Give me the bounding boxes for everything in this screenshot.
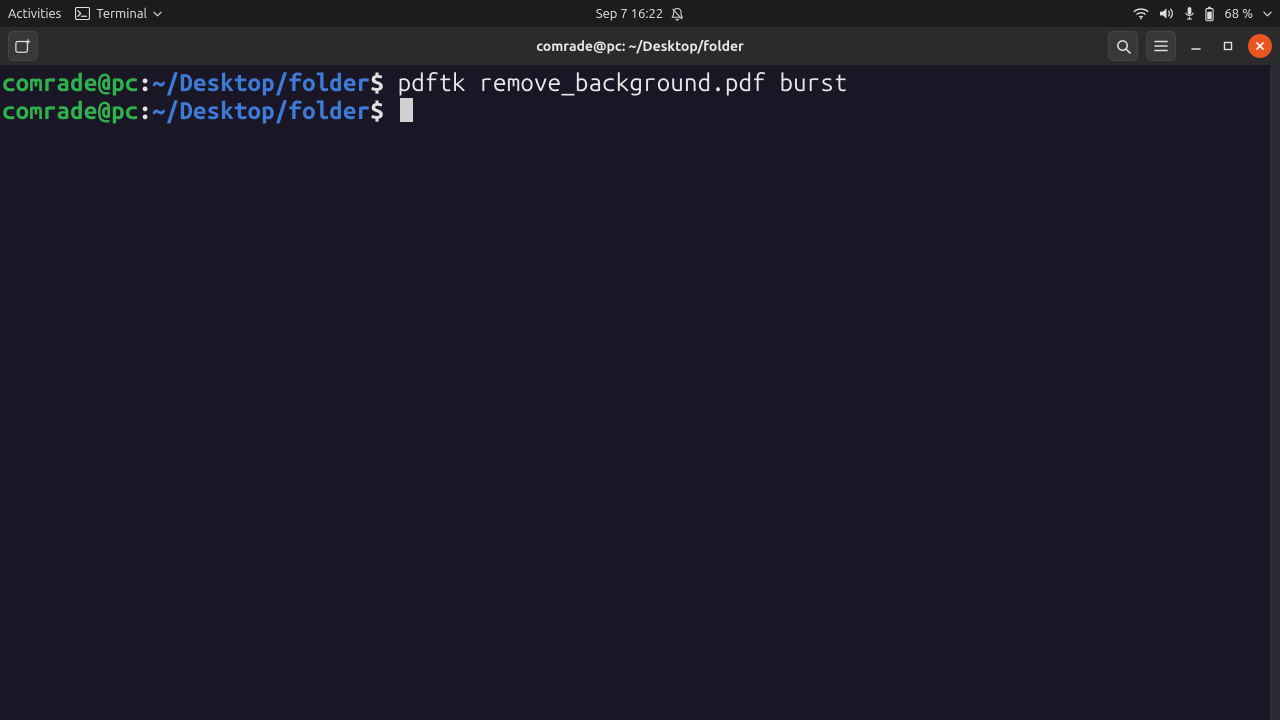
minimize-icon (1191, 41, 1201, 51)
prompt-path: ~/Desktop/folder (152, 97, 370, 124)
battery-icon (1205, 6, 1214, 22)
terminal-cursor (400, 98, 413, 122)
terminal-scrollbar[interactable] (1270, 65, 1280, 720)
battery-percent: 68 % (1224, 7, 1253, 21)
prompt-colon: : (138, 97, 152, 124)
command-line: pdftk remove_background.pdf burst (398, 69, 848, 96)
terminal-viewport[interactable]: comrade@pc:~/Desktop/folder$ pdftk remov… (0, 65, 1280, 720)
prompt-userhost: comrade@pc (2, 97, 138, 124)
close-button[interactable] (1248, 34, 1272, 58)
notifications-icon[interactable] (671, 7, 684, 21)
gnome-top-panel: Activities Terminal Sep 7 16:22 (0, 0, 1280, 27)
volume-icon (1159, 7, 1174, 20)
system-status-area[interactable]: 68 % (1133, 6, 1272, 22)
prompt-symbol: $ (370, 97, 384, 124)
app-menu-label: Terminal (96, 7, 147, 21)
wifi-icon (1133, 8, 1149, 20)
terminal-content: comrade@pc:~/Desktop/folder$ pdftk remov… (0, 65, 1280, 129)
microphone-icon (1184, 6, 1195, 21)
new-tab-button[interactable] (8, 31, 38, 61)
search-icon (1116, 39, 1131, 54)
prompt-userhost: comrade@pc (2, 69, 138, 96)
close-icon (1255, 41, 1265, 51)
activities-button[interactable]: Activities (8, 7, 61, 21)
window-title: comrade@pc: ~/Desktop/folder (536, 38, 744, 54)
prompt-path: ~/Desktop/folder (152, 69, 370, 96)
menu-button[interactable] (1146, 31, 1176, 61)
prompt-symbol: $ (370, 69, 384, 96)
maximize-button[interactable] (1216, 34, 1240, 58)
minimize-button[interactable] (1184, 34, 1208, 58)
terminal-titlebar: comrade@pc: ~/Desktop/folder (0, 27, 1280, 65)
app-menu[interactable]: Terminal (75, 7, 162, 21)
chevron-down-icon (153, 11, 162, 17)
chevron-down-icon (1263, 11, 1272, 17)
panel-clock[interactable]: Sep 7 16:22 (596, 7, 663, 21)
maximize-icon (1223, 41, 1233, 51)
new-tab-icon (15, 38, 31, 54)
search-button[interactable] (1108, 31, 1138, 61)
hamburger-icon (1154, 40, 1168, 52)
terminal-icon (75, 7, 90, 20)
prompt-colon: : (138, 69, 152, 96)
